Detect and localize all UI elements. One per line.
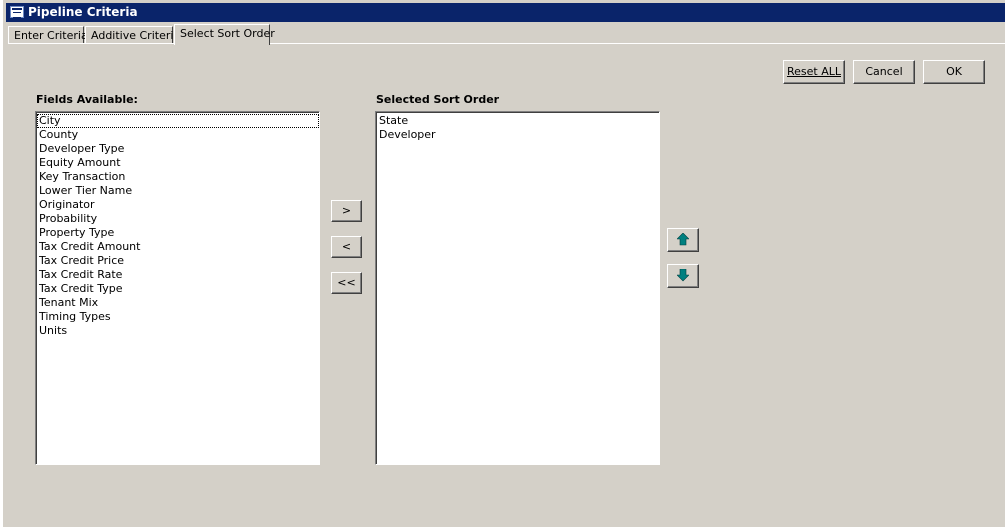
field-list-item[interactable]: County	[37, 128, 319, 142]
field-list-item[interactable]: Originator	[37, 198, 319, 212]
cancel-button[interactable]: Cancel	[853, 60, 915, 84]
sort-order-panel: Reset ALL Cancel OK Fields Available: Ci…	[8, 43, 1005, 527]
fields-available-label: Fields Available:	[36, 93, 138, 106]
field-list-item[interactable]: Probability	[37, 212, 319, 226]
window-title: Pipeline Criteria	[28, 5, 138, 19]
field-list-item[interactable]: Timing Types	[37, 310, 319, 324]
tab-enter-criteria[interactable]: Enter Criteria	[8, 26, 88, 44]
sort-order-list-item[interactable]: State	[377, 114, 659, 128]
remove-field-button[interactable]: <	[331, 236, 362, 258]
pipeline-criteria-window: Pipeline Criteria Enter Criteria Additiv…	[0, 0, 1005, 527]
field-list-item[interactable]: Equity Amount	[37, 156, 319, 170]
selected-sort-order-label: Selected Sort Order	[376, 93, 500, 106]
reset-all-label: Reset ALL	[786, 65, 841, 78]
move-down-button[interactable]	[667, 264, 699, 288]
selected-sort-order-list[interactable]: State Developer	[375, 111, 660, 465]
field-list-item[interactable]: Tax Credit Type	[37, 282, 319, 296]
field-list-item[interactable]: Tax Credit Amount	[37, 240, 319, 254]
field-list-item[interactable]: Key Transaction	[37, 170, 319, 184]
title-bar: Pipeline Criteria	[6, 3, 1005, 22]
cancel-label: Cancel	[865, 65, 903, 78]
field-list-item[interactable]: Lower Tier Name	[37, 184, 319, 198]
arrow-down-icon	[677, 269, 689, 282]
field-list-item[interactable]: Units	[37, 324, 319, 338]
field-list-item[interactable]: Tenant Mix	[37, 296, 319, 310]
tab-select-sort-order[interactable]: Select Sort Order	[174, 24, 275, 45]
field-list-item[interactable]: City	[37, 114, 319, 128]
fields-available-list[interactable]: City County Developer Type Equity Amount Key…	[35, 111, 320, 465]
field-list-item[interactable]: Property Type	[37, 226, 319, 240]
arrow-up-icon	[677, 233, 689, 246]
sort-order-list-item[interactable]: Developer	[377, 128, 659, 142]
remove-all-fields-button[interactable]: <<	[331, 272, 362, 294]
field-list-item[interactable]: Developer Type	[37, 142, 319, 156]
form-icon	[10, 6, 24, 18]
add-field-button[interactable]: >	[331, 200, 362, 222]
field-list-item[interactable]: Tax Credit Price	[37, 254, 319, 268]
tab-additive-criteria[interactable]: Additive Criteria	[85, 26, 180, 44]
ok-button[interactable]: OK	[923, 60, 985, 84]
reset-all-button[interactable]: Reset ALL	[783, 60, 845, 84]
move-up-button[interactable]	[667, 228, 699, 252]
ok-label: OK	[946, 65, 962, 78]
field-list-item[interactable]: Tax Credit Rate	[37, 268, 319, 282]
